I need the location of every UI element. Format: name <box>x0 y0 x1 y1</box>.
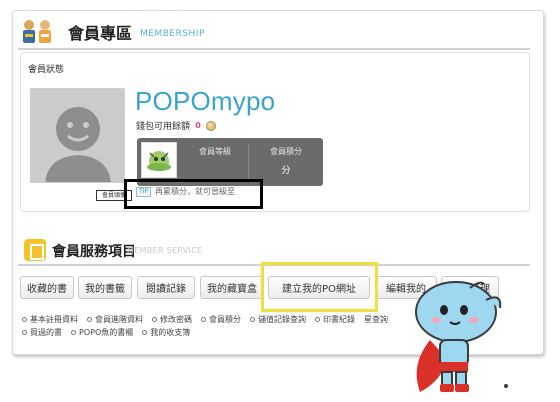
link-query[interactable]: 星查詢 <box>364 314 388 325</box>
membership-people-icon <box>18 17 58 47</box>
username: POPOmypo <box>135 86 276 116</box>
page-subtitle: MEMBERSHIP <box>140 29 205 39</box>
bullet-icon <box>315 317 320 322</box>
page-header: 會員專區 MEMBERSHIP <box>18 16 205 48</box>
link-deposit-records[interactable]: 儲值記錄查詢 <box>250 314 306 325</box>
link-print-records[interactable]: 印書紀錄 <box>315 314 355 325</box>
mascot-character <box>400 270 520 398</box>
annotation-box-black <box>124 179 263 209</box>
bullet-icon <box>22 330 27 335</box>
bullet-icon <box>152 317 157 322</box>
bullet-icon <box>71 330 76 335</box>
link-member-points[interactable]: 會員積分 <box>201 314 241 325</box>
coin-icon <box>206 120 217 131</box>
wallet-count: 0 <box>194 120 203 131</box>
header-divider <box>18 48 530 50</box>
level-label: 會員等級 <box>199 147 231 156</box>
member-status-label: 會員狀態 <box>28 65 65 75</box>
favorites-button[interactable]: 收藏的書 <box>20 276 74 299</box>
link-basic-info[interactable]: 基本註冊資料 <box>22 314 78 325</box>
link-popo-bookshelf[interactable]: POPO魚的書櫃 <box>71 327 133 338</box>
bookmarks-button[interactable]: 我的書籤 <box>78 276 132 299</box>
link-change-password[interactable]: 修改密碼 <box>152 314 192 325</box>
bullet-icon <box>250 317 255 322</box>
annotation-box-yellow <box>261 262 378 312</box>
link-income-expense[interactable]: 我的收支簿 <box>142 327 190 338</box>
wallet-balance: 錢包可用餘額 0 <box>136 119 217 132</box>
link-advanced-info[interactable]: 會員進階資料 <box>87 314 143 325</box>
wallet-label: 錢包可用餘額 <box>136 122 191 132</box>
reading-history-button[interactable]: 閱讀記錄 <box>137 276 195 299</box>
bullet-icon <box>22 317 27 322</box>
page-title: 會員專區 <box>68 24 133 43</box>
bullet-icon <box>201 317 206 322</box>
points-label: 會員積分 <box>270 147 302 156</box>
avatar[interactable] <box>30 88 125 183</box>
bullet-icon <box>87 317 92 322</box>
bullet-icon <box>142 330 148 335</box>
level-divider <box>248 144 249 182</box>
service-subtitle: MEMBER SERVICE <box>127 246 203 255</box>
service-title: 會員服務項目 <box>52 244 136 260</box>
level-badge-icon <box>141 142 177 178</box>
treasure-box-button[interactable]: 我的藏寶盒 <box>200 276 264 299</box>
link-purchased-books[interactable]: 買過的書 <box>22 327 62 338</box>
points-value: 分 <box>281 166 291 176</box>
avatar-placeholder-icon <box>31 89 124 182</box>
service-book-icon <box>24 239 46 261</box>
